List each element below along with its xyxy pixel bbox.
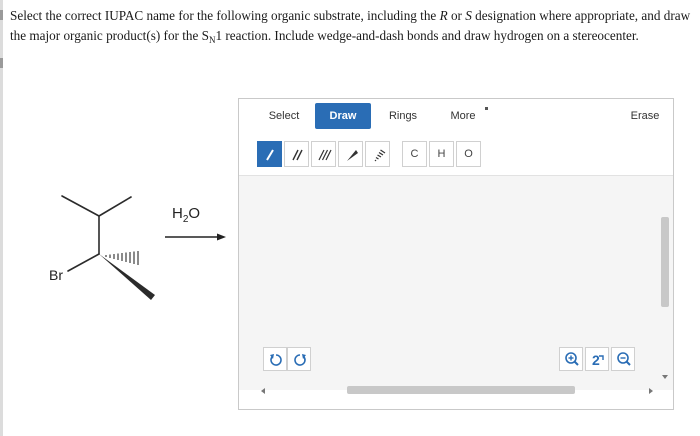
question-part3: 1 reaction. Include wedge-and-dash bonds… bbox=[215, 27, 639, 43]
widget-tabs: Select Draw Rings More Erase bbox=[239, 99, 673, 133]
redo-button[interactable] bbox=[287, 347, 311, 371]
dash-wedge-icon bbox=[374, 149, 386, 162]
single-bond-tool[interactable] bbox=[257, 141, 282, 167]
reaction-scheme: Br H2O bbox=[0, 0, 235, 436]
drawing-widget: Select Draw Rings More Erase C H O 2 bbox=[238, 98, 674, 410]
zoom-in-button[interactable] bbox=[559, 347, 583, 371]
horizontal-scroll-thumb[interactable] bbox=[347, 386, 575, 394]
wedge-icon bbox=[347, 150, 358, 161]
horizontal-scrollbar[interactable] bbox=[261, 386, 653, 394]
atom-h-button[interactable]: H bbox=[429, 141, 454, 167]
double-bond-tool[interactable] bbox=[284, 141, 309, 167]
redo-icon bbox=[294, 354, 306, 366]
reaction-arrowhead bbox=[217, 233, 226, 241]
tab-more[interactable]: More bbox=[445, 103, 481, 129]
undo-icon bbox=[270, 354, 282, 366]
wedge-bond-tool[interactable] bbox=[338, 141, 363, 167]
double-bond-icon bbox=[292, 149, 303, 161]
tab-select[interactable]: Select bbox=[261, 103, 307, 129]
tab-rings[interactable]: Rings bbox=[385, 103, 421, 129]
zoom-out-button[interactable] bbox=[611, 347, 635, 371]
wedge-bond bbox=[99, 254, 155, 300]
single-bond-icon bbox=[266, 149, 274, 161]
atom-c-button[interactable]: C bbox=[402, 141, 427, 167]
reagent-water: H2O bbox=[172, 205, 201, 225]
scroll-right-icon[interactable] bbox=[649, 388, 653, 394]
zoom-out-icon bbox=[617, 352, 631, 366]
reset-zoom-button[interactable]: 2 bbox=[585, 347, 609, 371]
zoom-in-icon bbox=[565, 352, 579, 366]
tab-erase[interactable]: Erase bbox=[623, 103, 667, 129]
bond-methyl-left bbox=[61, 195, 100, 217]
svg-text:2: 2 bbox=[592, 352, 600, 368]
bond-c-br bbox=[67, 253, 100, 272]
br-label: Br bbox=[49, 267, 63, 283]
atom-o-button[interactable]: O bbox=[456, 141, 481, 167]
undo-button[interactable] bbox=[263, 347, 287, 371]
scroll-down-icon[interactable] bbox=[662, 375, 668, 379]
triple-bond-tool[interactable] bbox=[311, 141, 336, 167]
triple-bond-icon bbox=[318, 149, 332, 161]
reset-zoom-icon: 2 bbox=[592, 352, 604, 368]
bond-methyl-right bbox=[98, 196, 132, 217]
question-s: S bbox=[465, 8, 472, 23]
vertical-scrollbar[interactable] bbox=[661, 217, 669, 307]
question-or: or bbox=[447, 8, 466, 23]
dash-bond-tool[interactable] bbox=[365, 141, 390, 167]
question-r: R bbox=[439, 8, 448, 23]
tab-draw[interactable]: Draw bbox=[315, 103, 371, 129]
more-dropdown-icon bbox=[485, 107, 488, 110]
